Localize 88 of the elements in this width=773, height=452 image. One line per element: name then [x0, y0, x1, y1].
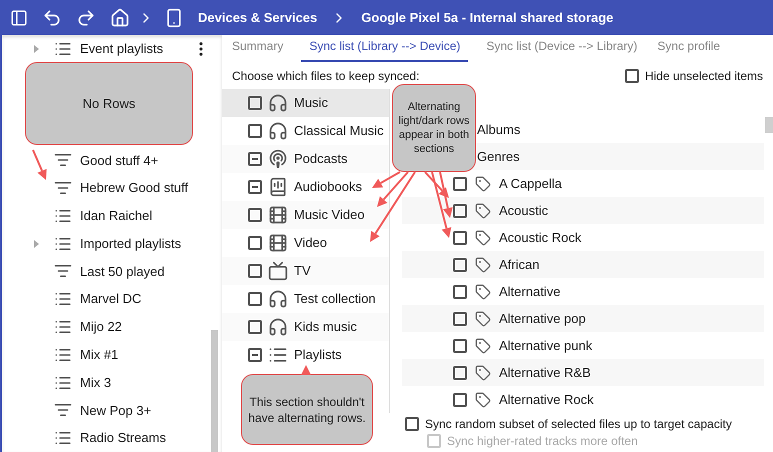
tag-icon	[475, 392, 491, 408]
sidebar-row[interactable]: Last 50 played	[2, 258, 222, 286]
headphones-icon	[268, 93, 288, 113]
category-row[interactable]: Music	[222, 89, 389, 117]
callout-text: This section shouldn't have alternating rows.	[248, 394, 366, 426]
checkbox[interactable]	[453, 338, 467, 352]
sidebar-row[interactable]: Hebrew Good stuff	[2, 174, 222, 202]
checkbox[interactable]	[405, 416, 419, 430]
category-row[interactable]: TV	[222, 257, 389, 285]
sidebar-row[interactable]: Mix #1	[2, 340, 222, 369]
tag-icon	[475, 202, 491, 218]
sidebar-toggle-icon[interactable]	[10, 8, 28, 26]
callout-text: No Rows	[82, 94, 136, 113]
tag-icon	[475, 284, 491, 300]
checkbox[interactable]	[248, 236, 262, 250]
film-icon	[268, 205, 288, 225]
film-icon	[268, 233, 288, 253]
tag-icon	[475, 310, 491, 326]
sidebar-row[interactable]: Radio Streams	[2, 424, 222, 452]
checkbox[interactable]	[248, 180, 262, 194]
category-row[interactable]: Kids music	[222, 313, 389, 341]
tree-item[interactable]: Acoustic Rock	[499, 228, 582, 248]
checkbox[interactable]	[453, 284, 467, 298]
callout-text: Alternating light/dark rows appear in both sections	[398, 100, 470, 156]
tree-item[interactable]: Alternative Rock	[499, 390, 594, 410]
home-icon[interactable]	[110, 8, 130, 28]
breadcrumb-link[interactable]: Google Pixel 5a - Internal shared storage	[361, 8, 614, 28]
tree-item[interactable]: Genres	[477, 146, 520, 166]
tree-item[interactable]: A Cappella	[499, 174, 562, 194]
checkbox[interactable]	[624, 68, 639, 82]
arrow	[32, 150, 47, 180]
checkbox-label[interactable]: Sync random subset of selected files up to target capacity	[425, 414, 732, 432]
tree-item[interactable]: Albums	[477, 120, 520, 140]
breadcrumb-link[interactable]: Devices & Services	[198, 8, 318, 28]
sidebar-row[interactable]: Event playlists	[2, 35, 192, 63]
headphones-icon	[268, 317, 288, 337]
checkbox[interactable]	[248, 152, 262, 166]
checkbox[interactable]	[453, 176, 467, 190]
tab[interactable]: Sync list (Library --> Device)	[301, 37, 468, 62]
sidebar-row[interactable]: Idan Raichel	[2, 202, 222, 230]
tag-icon	[475, 338, 491, 354]
sidebar-row[interactable]: Imported playlists	[2, 230, 222, 258]
scrollbar[interactable]	[765, 117, 773, 133]
tag-icon	[475, 256, 491, 272]
checkbox[interactable]	[453, 230, 467, 244]
tree-item[interactable]: Alternative	[499, 282, 560, 302]
sidebar-row[interactable]: Good stuff 4+	[2, 146, 222, 174]
checkbox[interactable]	[453, 312, 467, 326]
tab[interactable]: Sync list (Device --> Library)	[484, 37, 640, 62]
tag-icon	[475, 230, 491, 246]
tag-icon	[475, 364, 491, 380]
checkbox[interactable]	[453, 366, 467, 380]
tree-item[interactable]: Alternative R&B	[499, 362, 591, 382]
tag-icon	[475, 176, 491, 192]
sidebar-row[interactable]: Mix 3	[2, 368, 222, 396]
tree-item[interactable]: Acoustic	[499, 200, 548, 220]
redo-icon[interactable]	[76, 8, 96, 28]
tree-item[interactable]: Alternative pop	[499, 308, 586, 328]
checkbox[interactable]	[453, 258, 467, 272]
headphones-icon	[268, 289, 288, 309]
sidebar-row[interactable]: Mijo 22	[2, 313, 222, 341]
headphones-icon	[268, 121, 288, 141]
checkbox[interactable]	[248, 320, 262, 334]
checkbox[interactable]	[248, 124, 262, 138]
tree-item[interactable]: Alternative punk	[499, 336, 592, 356]
arrow	[301, 365, 311, 375]
checkbox[interactable]	[453, 392, 467, 406]
checkbox[interactable]	[248, 348, 262, 362]
tab[interactable]: Sync profile	[655, 37, 722, 62]
sidebar-row[interactable]: Marvel DC	[2, 285, 222, 314]
checkbox[interactable]	[248, 264, 262, 278]
category-row[interactable]: Podcasts	[222, 145, 389, 173]
tv-icon	[268, 261, 288, 281]
checkbox[interactable]	[453, 204, 467, 218]
tab[interactable]: Summary	[230, 37, 286, 62]
checkbox[interactable]	[248, 208, 262, 222]
category-row[interactable]: Music Video	[222, 201, 389, 229]
podcast-icon	[268, 149, 288, 169]
tree-item[interactable]: African	[499, 254, 540, 274]
checkbox-label[interactable]: Hide unselected items	[644, 66, 763, 84]
scrollbar[interactable]	[211, 330, 218, 452]
prompt-text: Choose which files to keep synced:	[232, 68, 420, 84]
checkbox[interactable]	[248, 96, 262, 110]
sidebar-row[interactable]: New Pop 3+	[2, 396, 222, 424]
list-icon	[54, 40, 72, 58]
book-icon	[268, 177, 288, 197]
undo-icon[interactable]	[42, 8, 62, 28]
checkbox[interactable]	[248, 292, 262, 306]
